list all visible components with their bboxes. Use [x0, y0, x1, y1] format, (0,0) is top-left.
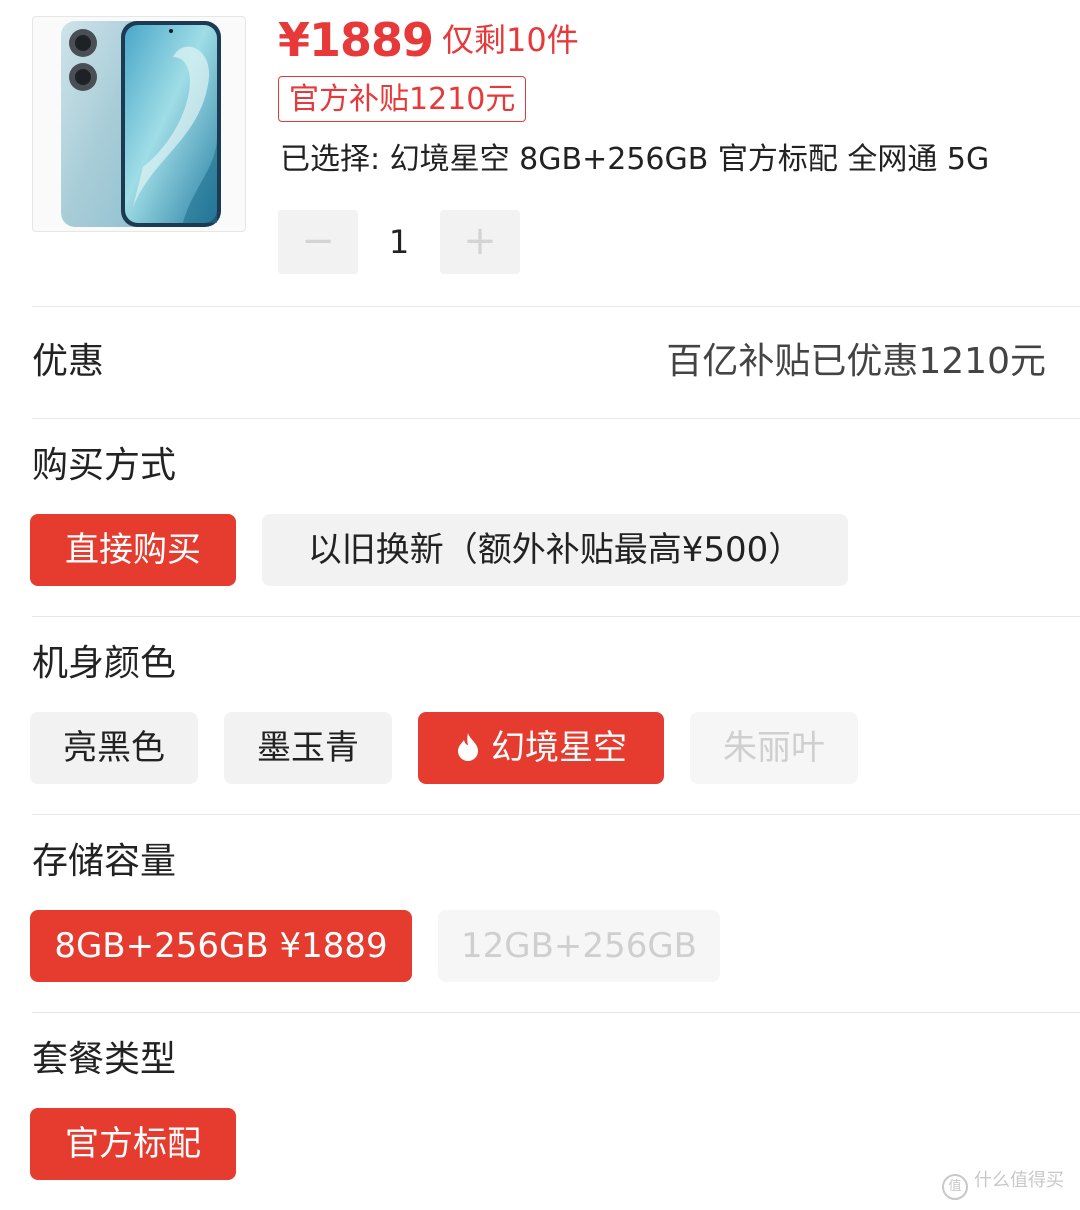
option-direct-buy[interactable]: 直接购买: [30, 514, 236, 586]
color-option-jade[interactable]: 墨玉青: [224, 712, 392, 784]
quantity-increase-button[interactable]: +: [440, 210, 520, 274]
color-option-starry[interactable]: 幻境星空: [418, 712, 664, 784]
product-thumbnail[interactable]: [32, 16, 246, 232]
selected-spec-summary: 已选择: 幻境星空 8GB+256GB 官方标配 全网通 5G: [280, 142, 990, 177]
storage-option-8-256[interactable]: 8GB+256GB ¥1889: [30, 910, 412, 982]
color-option-starry-label: 幻境星空: [491, 728, 627, 768]
package-title: 套餐类型: [32, 1039, 177, 1080]
divider: [32, 814, 1080, 815]
divider: [32, 418, 1080, 419]
storage-option-12-256[interactable]: 12GB+256GB: [438, 910, 720, 982]
divider: [32, 616, 1080, 617]
color-title: 机身颜色: [32, 643, 177, 684]
quantity-value[interactable]: 1: [358, 210, 440, 274]
color-option-juliet[interactable]: 朱丽叶: [690, 712, 858, 784]
divider: [32, 306, 1080, 307]
minus-icon: −: [301, 218, 335, 264]
watermark-logo-icon: 值: [942, 1174, 968, 1200]
subsidy-badge: 官方补贴1210元: [278, 76, 527, 122]
flame-icon: [458, 733, 478, 761]
divider: [32, 1012, 1080, 1013]
quantity-decrease-button[interactable]: −: [278, 210, 358, 274]
option-trade-in[interactable]: 以旧换新（额外补贴最高¥500）: [262, 514, 848, 586]
product-price: ¥1889: [278, 13, 434, 67]
watermark: 值什么值得买: [942, 1169, 1064, 1200]
phone-image: [61, 21, 221, 227]
package-option-standard[interactable]: 官方标配: [30, 1108, 236, 1180]
watermark-text: 什么值得买: [974, 1170, 1064, 1191]
plus-icon: +: [463, 218, 497, 264]
storage-title: 存储容量: [32, 841, 177, 882]
discount-value[interactable]: 百亿补贴已优惠1210元: [666, 340, 1046, 384]
purchase-method-title: 购买方式: [32, 445, 177, 486]
stock-remaining: 仅剩10件: [442, 21, 579, 59]
color-option-black[interactable]: 亮黑色: [30, 712, 198, 784]
discount-label: 优惠: [32, 341, 105, 382]
